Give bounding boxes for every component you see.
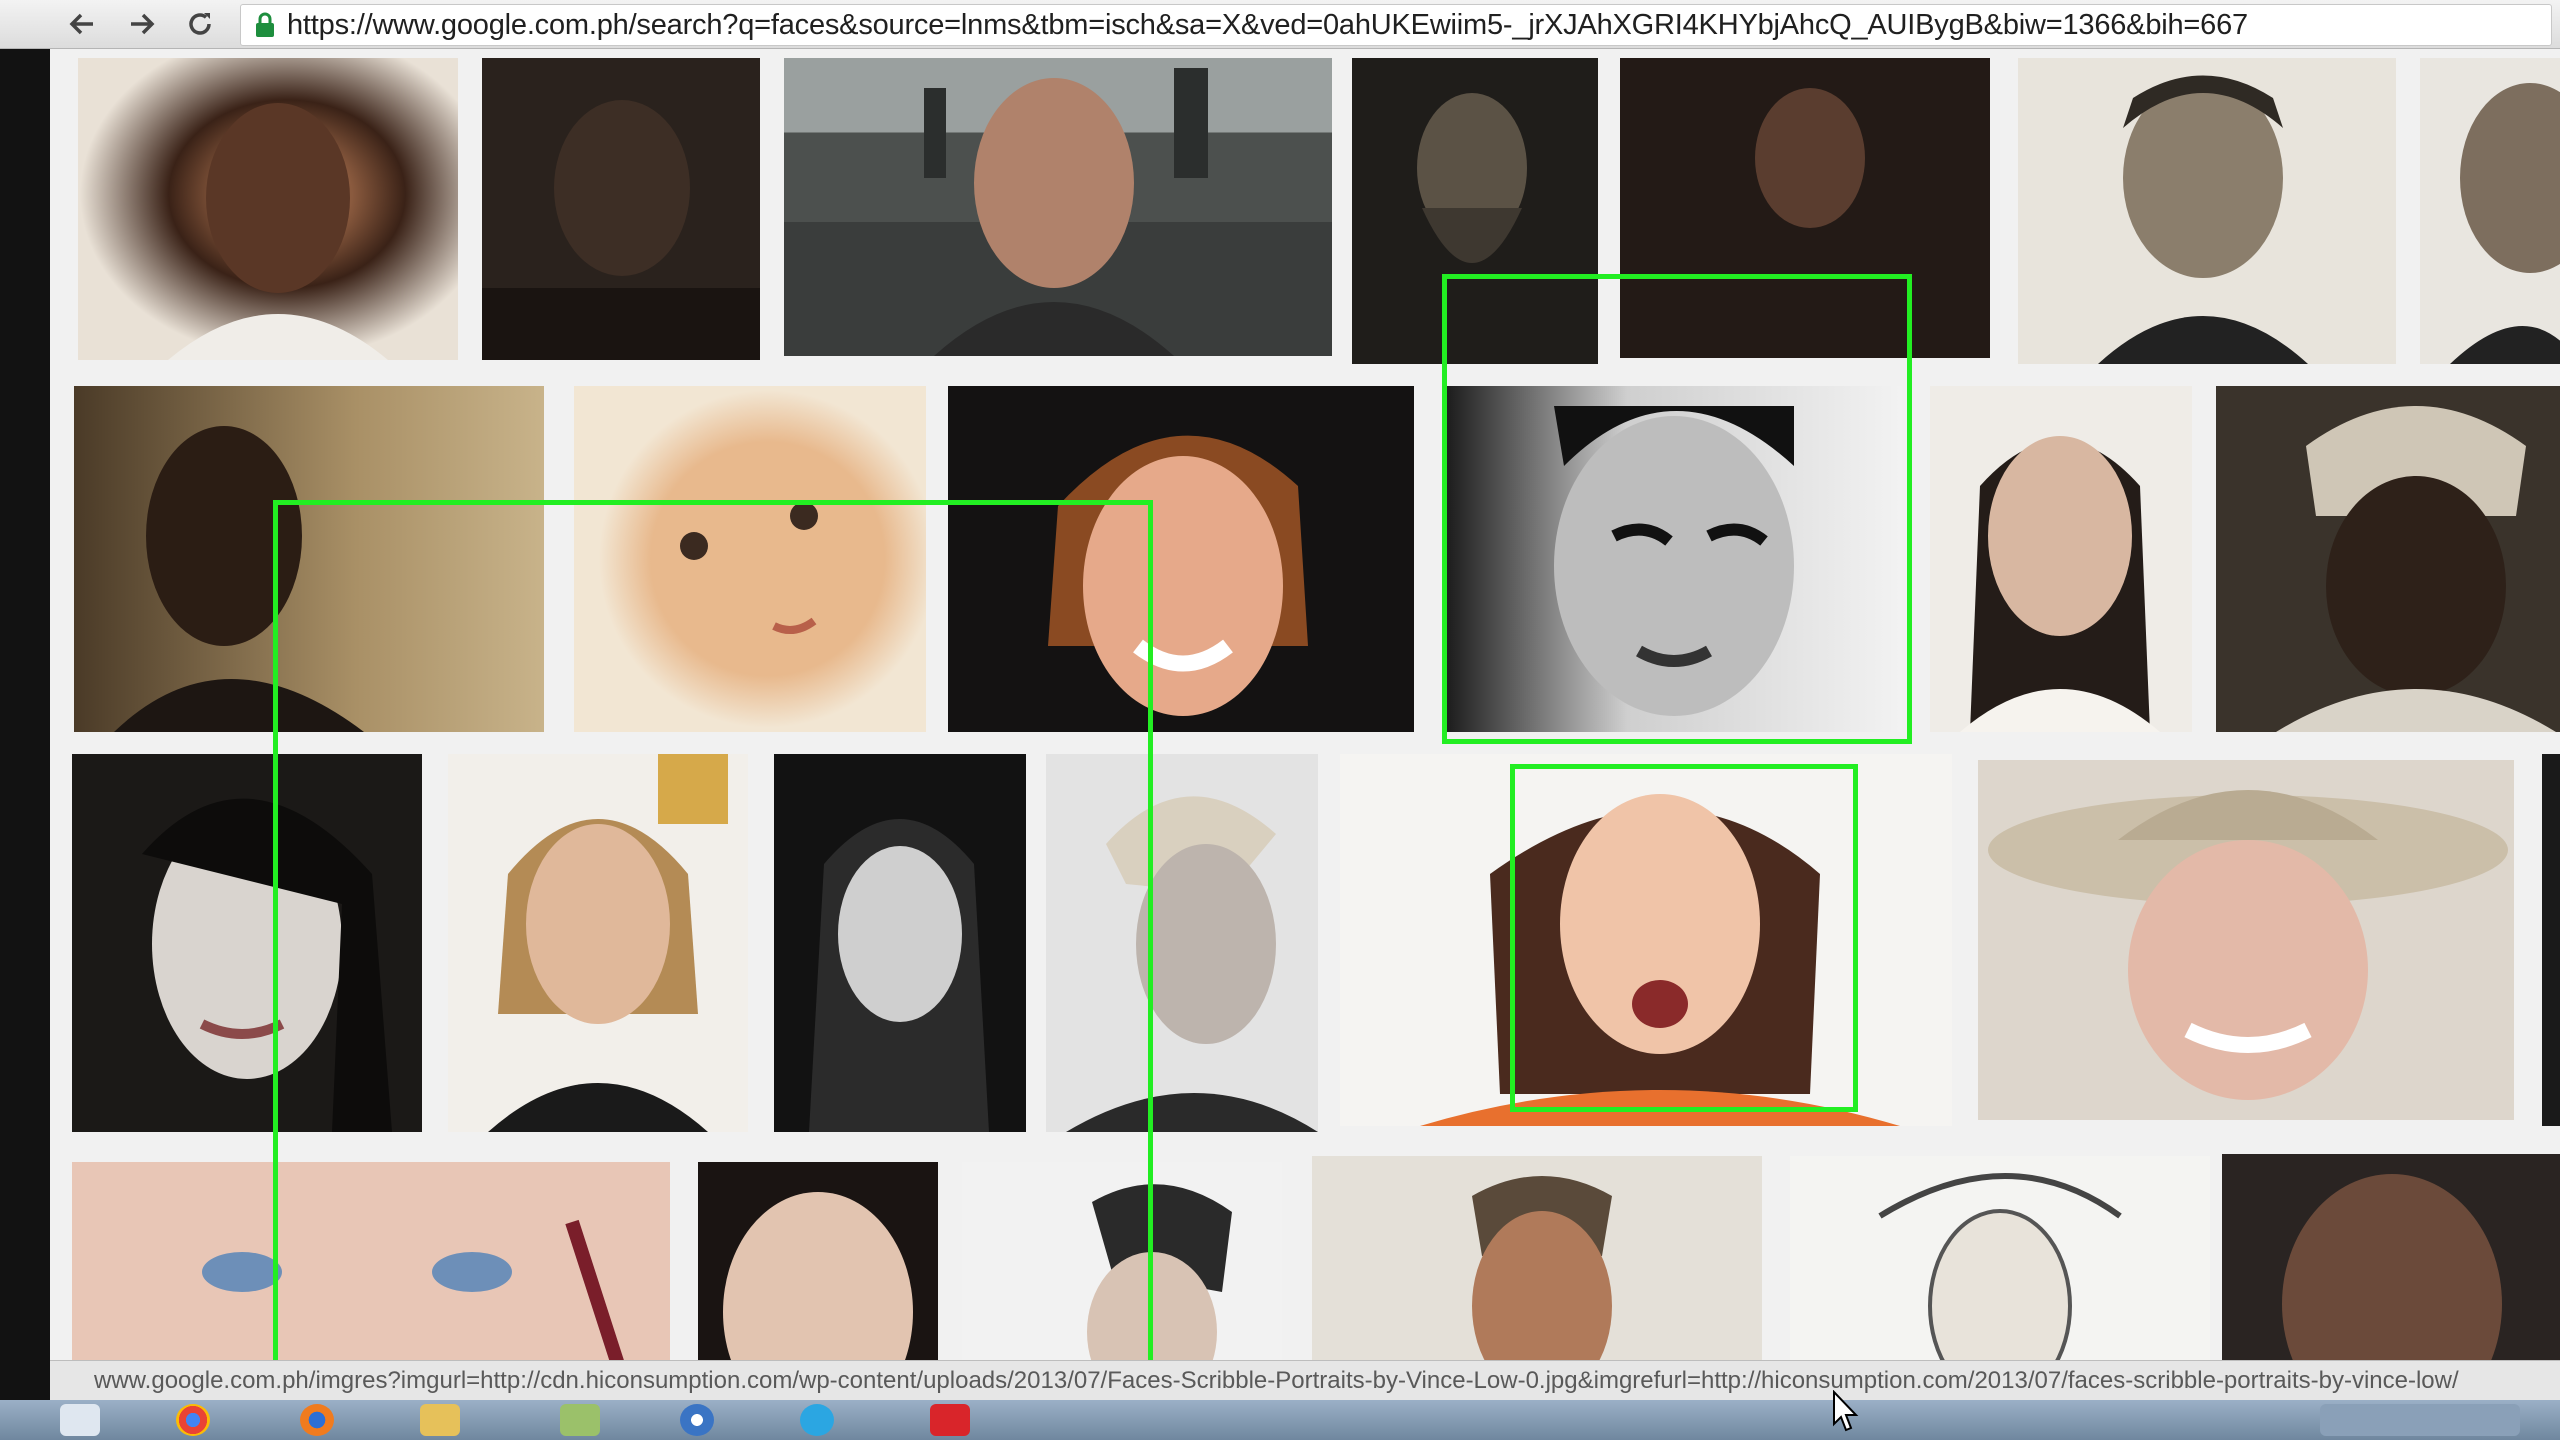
screen-bezel — [0, 48, 50, 1400]
folder-icon[interactable] — [420, 1404, 460, 1436]
reload-icon[interactable] — [180, 4, 220, 44]
lock-icon — [251, 11, 279, 39]
forward-arrow-icon[interactable] — [122, 4, 162, 44]
image-result[interactable] — [482, 58, 760, 360]
url-text[interactable]: https://www.google.com.ph/search?q=faces… — [287, 9, 2248, 42]
image-result[interactable] — [72, 754, 422, 1132]
image-result[interactable] — [1930, 386, 2192, 732]
image-result[interactable] — [2420, 58, 2560, 364]
image-result[interactable] — [2216, 386, 2560, 732]
status-bar: www.google.com.ph/imgres?imgurl=http://c… — [50, 1360, 2560, 1401]
image-results-grid — [50, 48, 2560, 1408]
image-result[interactable] — [1978, 760, 2514, 1120]
start-icon[interactable] — [60, 1404, 100, 1436]
image-result[interactable] — [1046, 754, 1318, 1132]
image-result[interactable] — [948, 386, 1414, 732]
image-result[interactable] — [774, 754, 1026, 1132]
browser-toolbar: https://www.google.com.ph/search?q=faces… — [0, 0, 2560, 49]
image-result[interactable] — [784, 58, 1332, 356]
tray-icon[interactable] — [2320, 1404, 2520, 1436]
image-result[interactable] — [2542, 754, 2560, 1126]
image-result[interactable] — [74, 386, 544, 732]
image-result[interactable] — [1340, 754, 1952, 1126]
image-result[interactable] — [1444, 386, 1902, 732]
image-result[interactable] — [1620, 58, 1990, 358]
status-link-text: www.google.com.ph/imgres?imgurl=http://c… — [94, 1367, 2459, 1394]
media-player-icon[interactable] — [680, 1404, 714, 1436]
image-result[interactable] — [78, 58, 458, 360]
image-result[interactable] — [1352, 58, 1598, 364]
firefox-icon[interactable] — [300, 1404, 334, 1436]
address-bar[interactable]: https://www.google.com.ph/search?q=faces… — [240, 4, 2552, 46]
taskbar — [0, 1400, 2560, 1440]
back-arrow-icon[interactable] — [62, 4, 102, 44]
skype-icon[interactable] — [800, 1404, 834, 1436]
mouse-cursor-icon — [1833, 1390, 1859, 1432]
app-icon[interactable] — [560, 1404, 600, 1436]
image-result[interactable] — [2018, 58, 2396, 364]
chrome-icon[interactable] — [176, 1404, 210, 1436]
image-result[interactable] — [448, 754, 748, 1132]
pdf-icon[interactable] — [930, 1404, 970, 1436]
image-result[interactable] — [574, 386, 926, 732]
